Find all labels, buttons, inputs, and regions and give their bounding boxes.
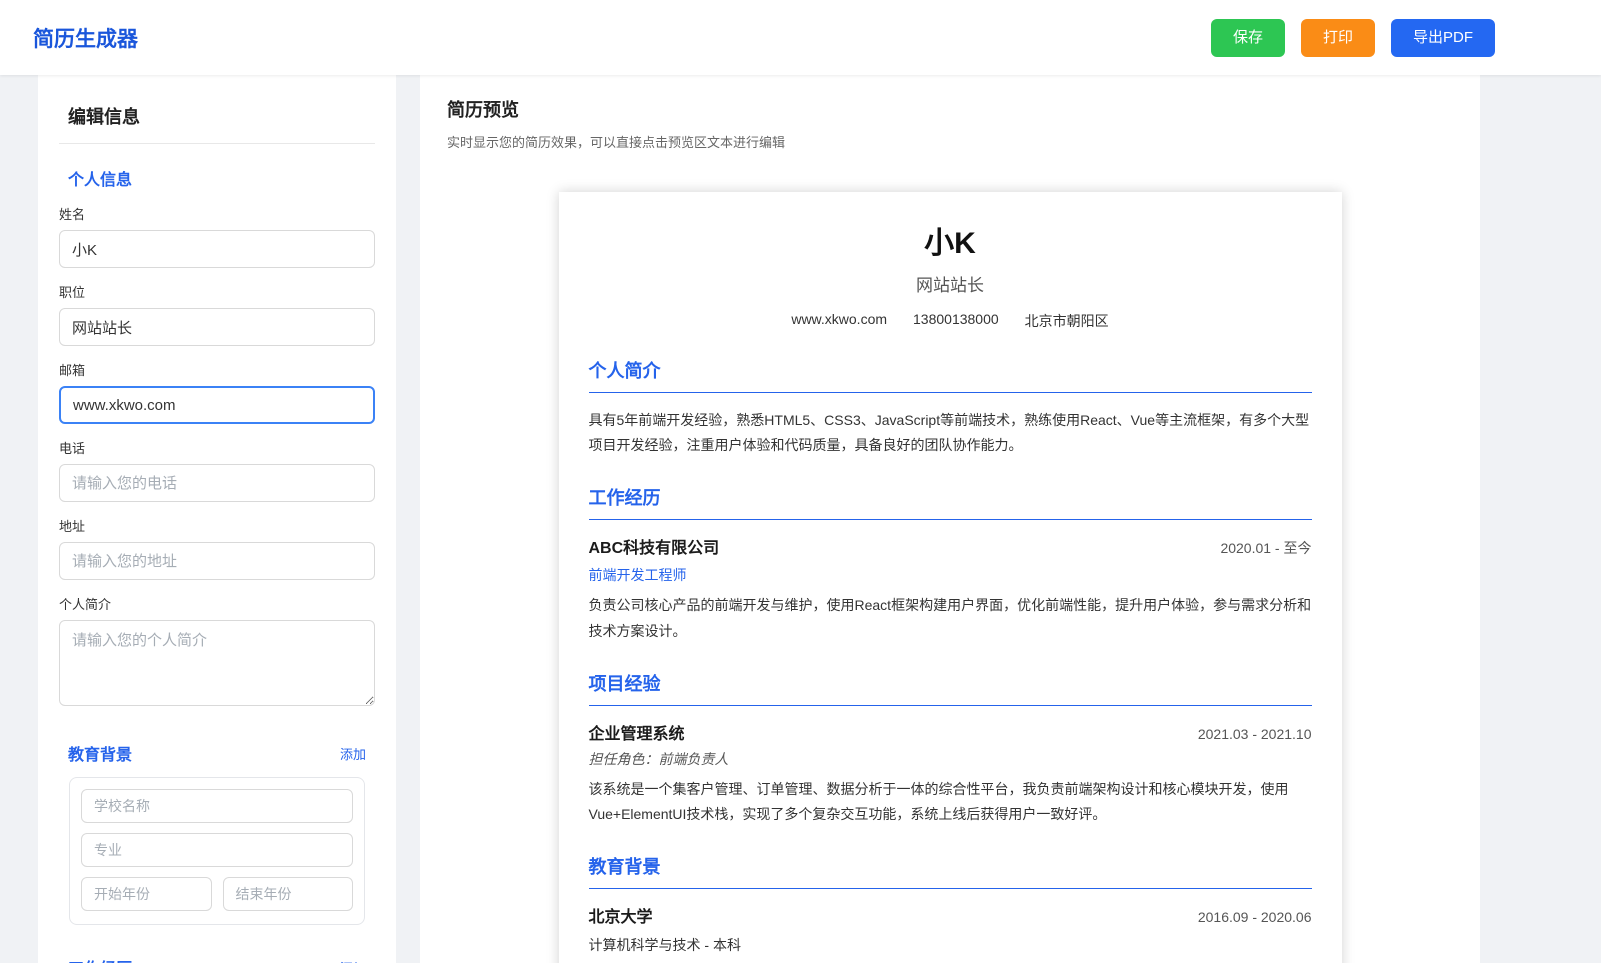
education-period[interactable]: 2016.09 - 2020.06 [1198,909,1312,925]
name-field: 姓名 [59,204,375,268]
work-period[interactable]: 2020.01 - 至今 [1220,538,1311,558]
address-label: 地址 [59,519,86,534]
work-section-row: 工作经历 添加 [59,955,375,963]
education-section-row: 教育背景 添加 [59,741,375,765]
resume-education-section: 教育背景 北京大学 2016.09 - 2020.06 计算机科学与技术 - 本… [588,853,1312,955]
education-major[interactable]: 计算机科学与技术 - 本科 [589,935,1312,955]
resume-position[interactable]: 网站站长 [589,271,1312,296]
preview-panel: 简历预览 实时显示您的简历效果，可以直接点击预览区文本进行编辑 小K 网站站长 … [420,75,1480,963]
resume-education-section-title: 教育背景 [588,853,1312,890]
header-actions: 保存 打印 导出PDF [1210,18,1495,57]
name-label: 姓名 [59,207,86,222]
address-input[interactable] [59,542,375,580]
project-description[interactable]: 该系统是一个集客户管理、订单管理、数据分析于一体的综合性平台，我负责前端架构设计… [589,777,1312,827]
education-entry-box [69,777,365,925]
resume-contact-website[interactable]: www.xkwo.com [791,311,887,331]
project-period[interactable]: 2021.03 - 2021.10 [1198,726,1312,742]
position-field: 职位 [59,282,375,346]
position-input[interactable] [59,308,375,346]
save-button[interactable]: 保存 [1210,18,1285,57]
name-input[interactable] [59,230,375,268]
main-content: 编辑信息 个人信息 姓名 职位 邮箱 电话 地址 个人简介 教育背景 [0,75,1601,963]
resume-work-section: 工作经历 ABC科技有限公司 2020.01 - 至今 前端开发工程师 负责公司… [588,484,1312,643]
education-section-title: 教育背景 [68,747,133,764]
phone-input[interactable] [59,464,375,502]
project-role[interactable]: 担任角色：前端负责人 [589,749,1312,769]
work-role[interactable]: 前端开发工程师 [589,565,1312,585]
intro-field: 个人简介 [59,594,375,711]
education-entry-head: 北京大学 2016.09 - 2020.06 [589,903,1312,927]
education-add-button[interactable]: 添加 [340,744,366,763]
end-year-input[interactable] [222,877,353,911]
resume-contact-phone[interactable]: 13800138000 [913,311,999,331]
resume-intro-text[interactable]: 具有5年前端开发经验，熟悉HTML5、CSS3、JavaScript等前端技术，… [589,408,1312,458]
resume-work-section-title: 工作经历 [588,484,1312,521]
print-button[interactable]: 打印 [1300,18,1375,57]
resume-intro-section: 个人简介 具有5年前端开发经验，熟悉HTML5、CSS3、JavaScript等… [588,357,1312,458]
personal-info-section-title: 个人信息 [68,172,133,189]
email-input[interactable] [59,386,375,424]
email-field: 邮箱 [59,360,375,424]
intro-label: 个人简介 [59,597,112,612]
preview-title: 简历预览 [447,100,519,120]
resume-project-section: 项目经验 企业管理系统 2021.03 - 2021.10 担任角色：前端负责人… [588,670,1312,827]
resume-project-section-title: 项目经验 [588,670,1312,706]
export-pdf-button[interactable]: 导出PDF [1390,18,1495,57]
app-header: 简历生成器 保存 打印 导出PDF [0,0,1601,75]
project-entry-head: 企业管理系统 2021.03 - 2021.10 [589,720,1312,744]
phone-label: 电话 [59,441,86,456]
education-year-row [81,877,353,913]
app-title: 简历生成器 [33,27,138,51]
work-add-button[interactable]: 添加 [340,958,366,963]
work-section-title: 工作经历 [68,955,132,963]
email-label: 邮箱 [59,363,86,378]
editor-panel: 编辑信息 个人信息 姓名 职位 邮箱 电话 地址 个人简介 教育背景 [38,75,396,963]
resume-preview-card: 小K 网站站长 www.xkwo.com 13800138000 北京市朝阳区 … [558,192,1342,963]
work-entry-head: ABC科技有限公司 2020.01 - 至今 [589,534,1312,558]
position-label: 职位 [59,285,86,300]
school-input[interactable] [81,789,353,823]
education-school[interactable]: 北京大学 [589,903,653,927]
resume-intro-section-title: 个人简介 [588,357,1312,393]
resume-contact-address[interactable]: 北京市朝阳区 [1025,311,1109,331]
project-name[interactable]: 企业管理系统 [589,720,685,744]
start-year-input[interactable] [81,877,212,911]
work-company[interactable]: ABC科技有限公司 [589,534,720,558]
address-field: 地址 [59,516,375,580]
work-description[interactable]: 负责公司核心产品的前端开发与维护，使用React框架构建用户界面，优化前端性能，… [589,593,1312,643]
resume-name[interactable]: 小K [589,218,1312,262]
intro-textarea[interactable] [59,620,375,706]
resume-contact: www.xkwo.com 13800138000 北京市朝阳区 [589,311,1312,331]
preview-subtitle: 实时显示您的简历效果，可以直接点击预览区文本进行编辑 [447,135,786,150]
editor-title: 编辑信息 [59,99,375,144]
major-input[interactable] [81,833,353,867]
phone-field: 电话 [59,438,375,502]
